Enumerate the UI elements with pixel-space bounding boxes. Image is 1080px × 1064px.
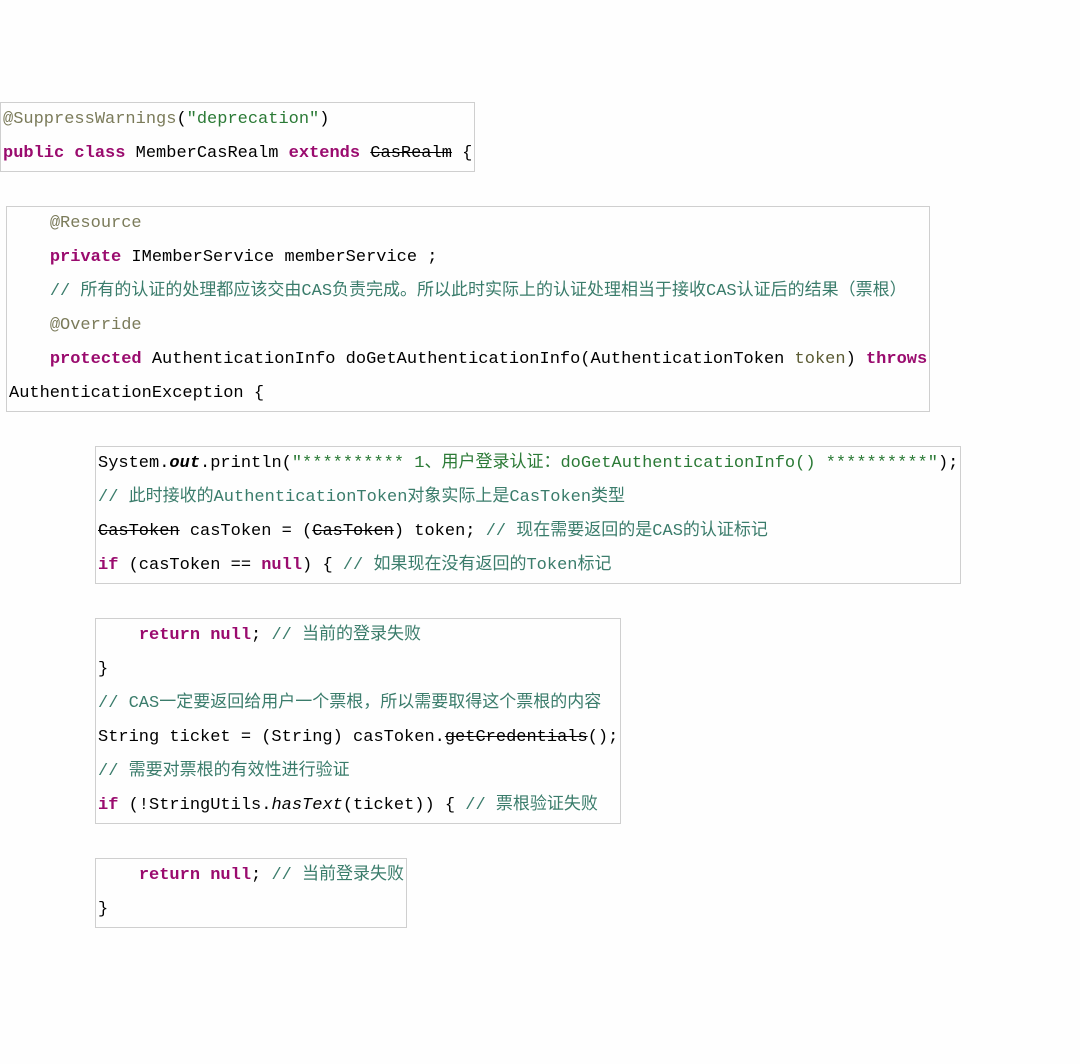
kw-extends: extends [289,144,360,163]
type-casrealm: CasRealm [370,144,452,163]
code-block-b: @Resource private IMemberService memberS… [6,206,930,412]
kw-protected: protected [50,350,142,369]
kw-if-1: if [98,556,118,575]
println: .println( [200,454,292,473]
paren-close-2: ) [846,350,866,369]
brace-1: ) { [302,556,343,575]
ticket-decl: String ticket = (String) casToken. [98,728,445,747]
exception-decl: AuthenticationException { [9,384,264,403]
code-block-a: @SuppressWarnings("deprecation") public … [0,102,475,172]
comment-8: // 票根验证失败 [465,796,598,815]
semi-2: ; [251,866,271,885]
comment-3: // 现在需要返回的是CAS的认证标记 [486,522,768,541]
sp2 [200,626,210,645]
semi-1: ; [251,626,271,645]
stmt-end: ); [938,454,958,473]
brace-open: { [452,144,472,163]
cond-2a: (!StringUtils. [118,796,271,815]
call-end: (); [588,728,619,747]
annotation-override: @Override [50,316,142,335]
kw-null-2: null [210,626,251,645]
sys: System. [98,454,169,473]
hastext: hasText [271,796,342,815]
brace-close-2: } [98,900,108,919]
field-memberservice: IMemberService memberService ; [121,248,437,267]
type-castoken-2: CasToken [312,522,394,541]
kw-class: class [74,144,125,163]
sp3 [200,866,210,885]
comment-7: // 需要对票根的有效性进行验证 [98,762,350,781]
annotation-resource: @Resource [50,214,142,233]
kw-public: public [3,144,64,163]
brace-close-1: } [98,660,108,679]
string-log: "********** 1、用户登录认证：doGetAuthentication… [292,454,938,473]
cast-end: ) token; [394,522,486,541]
comment-2: // 此时接收的AuthenticationToken对象实际上是CasToke… [98,488,625,507]
annotation-suppress: @SuppressWarnings [3,110,176,129]
kw-private: private [50,248,121,267]
type-castoken-1: CasToken [98,522,180,541]
class-name: MemberCasRealm [125,144,288,163]
kw-null-3: null [210,866,251,885]
param-token: token [795,350,846,369]
code-block-e: return null; // 当前登录失败 } [95,858,407,928]
comment-1: // 所有的认证的处理都应该交由CAS负责完成。所以此时实际上的认证处理相当于接… [50,282,907,301]
method-decl: AuthenticationInfo doGetAuthenticationIn… [142,350,795,369]
kw-return-1: return [139,626,200,645]
comment-9: // 当前登录失败 [271,866,404,885]
out: out [169,454,200,473]
sp [360,144,370,163]
code-block-d: return null; // 当前的登录失败 } // CAS一定要返回给用户… [95,618,621,824]
paren-open: ( [176,110,186,129]
cond-1: (casToken == [118,556,261,575]
string-deprecation: "deprecation" [187,110,320,129]
paren-close: ) [319,110,329,129]
code-block-c: System.out.println("********** 1、用户登录认证：… [95,446,961,584]
castoken-mid: casToken = ( [180,522,313,541]
comment-4: // 如果现在没有返回的Token标记 [343,556,612,575]
comment-6: // CAS一定要返回给用户一个票根，所以需要取得这个票根的内容 [98,694,601,713]
kw-return-2: return [139,866,200,885]
comment-5: // 当前的登录失败 [271,626,421,645]
kw-if-2: if [98,796,118,815]
getcredentials: getCredentials [445,728,588,747]
cond-2b: (ticket)) { [343,796,465,815]
kw-throws: throws [866,350,927,369]
kw-null-1: null [261,556,302,575]
